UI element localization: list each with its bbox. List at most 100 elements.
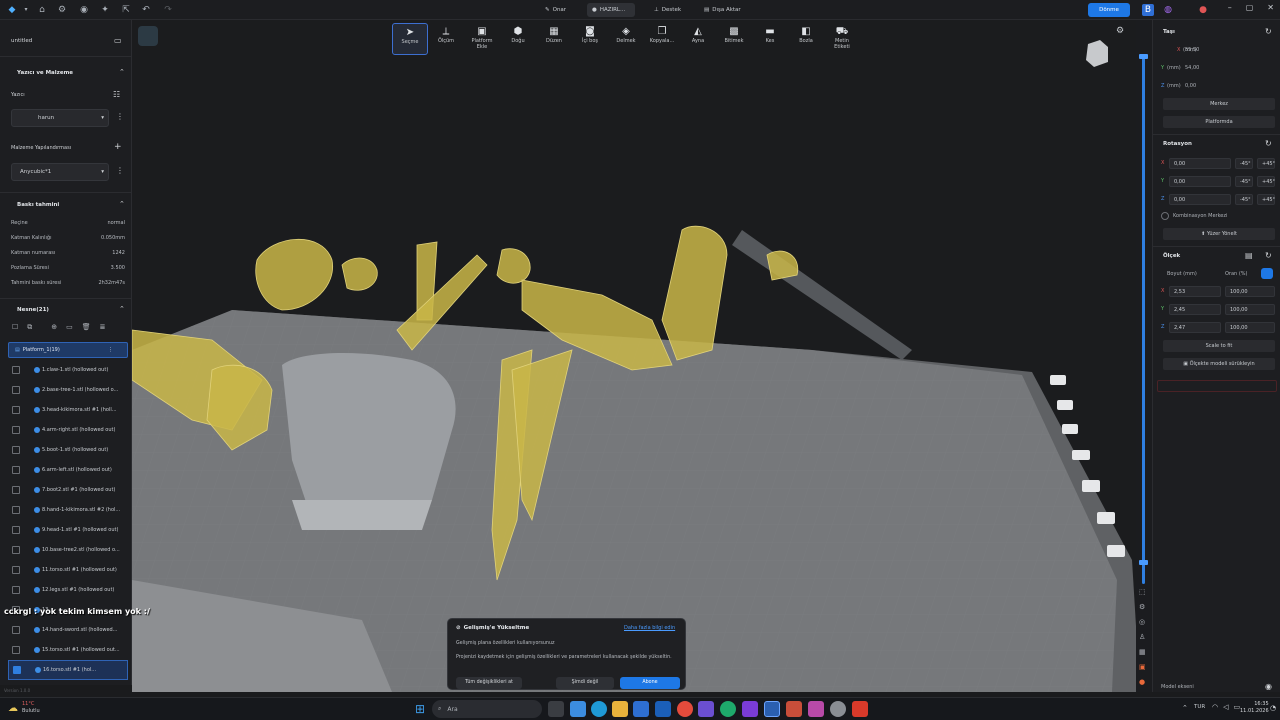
- face-orient-button[interactable]: ⬆ Yüzer Yönelt: [1163, 228, 1275, 240]
- move-y-value[interactable]: 54,00: [1185, 65, 1199, 71]
- object-list-item[interactable]: 1.claw-1.stl (hollowed out): [8, 360, 128, 380]
- tool-cut[interactable]: ▬ Kes: [752, 23, 788, 55]
- scale-to-fit-button[interactable]: Scale to fit: [1163, 340, 1275, 352]
- select-all-icon[interactable]: ☐: [12, 323, 18, 332]
- object-checkbox[interactable]: [12, 646, 20, 654]
- object-checkbox[interactable]: [12, 366, 20, 374]
- gear-icon[interactable]: ⚙: [1139, 603, 1146, 611]
- chevron-down-icon[interactable]: ▾: [20, 4, 32, 16]
- tool-copy[interactable]: ❐ Kopyala...: [644, 23, 680, 55]
- rotate-plus-button[interactable]: +45°: [1257, 158, 1275, 169]
- trash-icon[interactable]: 🗑: [82, 323, 91, 332]
- learn-more-link[interactable]: Daha fazla bilgi edin: [624, 625, 675, 631]
- object-list-item[interactable]: 7.boot2.stl #1 (hollowed out): [8, 480, 128, 500]
- object-list-item[interactable]: 11.torso.stl #1 (hollowed out): [8, 560, 128, 580]
- tool-select[interactable]: ➤ Seçme: [392, 23, 428, 55]
- account-icon[interactable]: ◍: [1162, 4, 1174, 16]
- language-indicator[interactable]: TUR: [1194, 704, 1205, 710]
- tab-support[interactable]: ⊥ Destek: [654, 4, 681, 16]
- brand-b-icon[interactable]: B: [1142, 4, 1154, 16]
- globe-icon[interactable]: ◎: [1139, 618, 1146, 626]
- rotate-input[interactable]: 0,00: [1169, 176, 1231, 187]
- notification-icon[interactable]: ●: [1197, 4, 1209, 16]
- scale-size-input[interactable]: 2,53: [1169, 286, 1221, 297]
- tab-repair[interactable]: ✎ Onar: [545, 4, 566, 16]
- tool-merge[interactable]: ▩ Bitimek: [716, 23, 752, 55]
- task-view-icon[interactable]: [548, 701, 564, 717]
- tool-measure[interactable]: ⟂ Ölçüm: [428, 23, 464, 55]
- 3d-viewport[interactable]: ⚙: [132, 20, 1140, 692]
- duplicate-icon[interactable]: ⊕: [51, 323, 57, 332]
- view-cube[interactable]: [1086, 40, 1108, 67]
- combo-center-checkbox[interactable]: [1161, 212, 1169, 220]
- chevron-up-icon[interactable]: ⌃: [119, 200, 125, 208]
- object-checkbox[interactable]: [12, 506, 20, 514]
- tool-orient[interactable]: ⬢ Doğu: [500, 23, 536, 55]
- scale-settings-icon[interactable]: ▤: [1245, 251, 1253, 260]
- undo-icon[interactable]: ↶: [140, 4, 152, 16]
- move-z-value[interactable]: 0,00: [1185, 83, 1196, 89]
- object-list-item[interactable]: 12.legs.stl #1 (hollowed out): [8, 580, 128, 600]
- object-list-item[interactable]: 15.torso.stl #1 (hollowed out...: [8, 640, 128, 660]
- reset-icon[interactable]: ↻: [1265, 27, 1272, 36]
- light-icon[interactable]: ♙: [1139, 633, 1146, 641]
- layers-icon[interactable]: ≣: [100, 323, 106, 332]
- rotate-minus-button[interactable]: -45°: [1235, 176, 1253, 187]
- add-icon[interactable]: +: [114, 142, 122, 152]
- reset-icon[interactable]: ↻: [1265, 139, 1272, 148]
- home-icon[interactable]: ⌂: [36, 4, 48, 16]
- on-platform-button[interactable]: Platformda: [1163, 116, 1275, 128]
- chevron-up-icon[interactable]: ⌃: [119, 305, 125, 313]
- mail-icon[interactable]: [655, 701, 671, 717]
- store-icon[interactable]: [633, 701, 649, 717]
- clock[interactable]: 16:35 11.01.2026: [1240, 701, 1269, 715]
- more-icon[interactable]: ⋮: [108, 347, 113, 353]
- object-list-item[interactable]: 16.torso.stl #1 (hol...: [8, 660, 128, 680]
- tool-hollow[interactable]: ◙ İçi boş: [572, 23, 608, 55]
- object-checkbox[interactable]: [12, 426, 20, 434]
- object-list-item[interactable]: 8.hand-1-kikimora.stl #2 (hol...: [8, 500, 128, 520]
- object-checkbox[interactable]: [12, 446, 20, 454]
- object-checkbox[interactable]: [12, 386, 20, 394]
- object-list-item[interactable]: 2.base-tree-1.stl (hollowed o...: [8, 380, 128, 400]
- teams-icon[interactable]: [698, 701, 714, 717]
- pdf-icon[interactable]: [852, 701, 868, 717]
- explorer-icon[interactable]: [612, 701, 628, 717]
- slicer-app-icon[interactable]: [764, 701, 780, 717]
- object-list-item[interactable]: 5.boot-1.stl (hollowed out): [8, 440, 128, 460]
- panel-toggle-icon[interactable]: ▭: [114, 36, 122, 45]
- app-logo-icon[interactable]: ◆: [6, 4, 18, 16]
- scale-ratio-input[interactable]: 100,00: [1225, 322, 1275, 333]
- tool-add-platform[interactable]: ▣ Platform Ekle: [464, 23, 500, 55]
- tab-export[interactable]: ▤ Dışa Aktar: [704, 4, 741, 16]
- export-icon[interactable]: ⇱: [120, 4, 132, 16]
- slider-top-handle[interactable]: [1139, 54, 1148, 59]
- app-icon[interactable]: [808, 701, 824, 717]
- tray-icons[interactable]: ◠ ◁ ▭: [1212, 703, 1240, 711]
- palette-icon[interactable]: ◉: [78, 4, 90, 16]
- settings-app-icon[interactable]: [830, 701, 846, 717]
- object-list-item[interactable]: 3.head-kikimora.stl #1 (holl...: [8, 400, 128, 420]
- bell-icon[interactable]: ◔: [1270, 704, 1276, 712]
- tool-split[interactable]: ◧ Bozla: [788, 23, 824, 55]
- lock-ratio-toggle[interactable]: [1261, 268, 1273, 279]
- app-icon[interactable]: [786, 701, 802, 717]
- subscribe-button[interactable]: Abone: [620, 677, 680, 689]
- tool-text-label[interactable]: ⛟ Metin Etiketi: [824, 23, 860, 55]
- tool-icon[interactable]: ✦: [99, 4, 111, 16]
- upgrade-button[interactable]: Dönme: [1088, 3, 1130, 17]
- rotate-minus-button[interactable]: -45°: [1235, 194, 1253, 205]
- object-list-item[interactable]: 14.hand-sword.stl (hollowed...: [8, 620, 128, 640]
- object-checkbox[interactable]: [12, 626, 20, 634]
- not-now-button[interactable]: Şimdi değil: [556, 677, 614, 689]
- object-checkbox[interactable]: [12, 546, 20, 554]
- object-list-item[interactable]: 9.head-1.stl #1 (hollowed out): [8, 520, 128, 540]
- tray-chevron-icon[interactable]: ⌃: [1182, 704, 1188, 712]
- object-list-item[interactable]: 10.base-tree2.stl (hollowed o...: [8, 540, 128, 560]
- object-checkbox[interactable]: [12, 526, 20, 534]
- printer-list-icon[interactable]: ☷: [113, 90, 120, 99]
- tool-layout[interactable]: ▦ Düzen: [536, 23, 572, 55]
- copilot-icon[interactable]: [570, 701, 586, 717]
- rotate-plus-button[interactable]: +45°: [1257, 176, 1275, 187]
- discard-changes-button[interactable]: Tüm değişiklikleri at: [456, 677, 522, 689]
